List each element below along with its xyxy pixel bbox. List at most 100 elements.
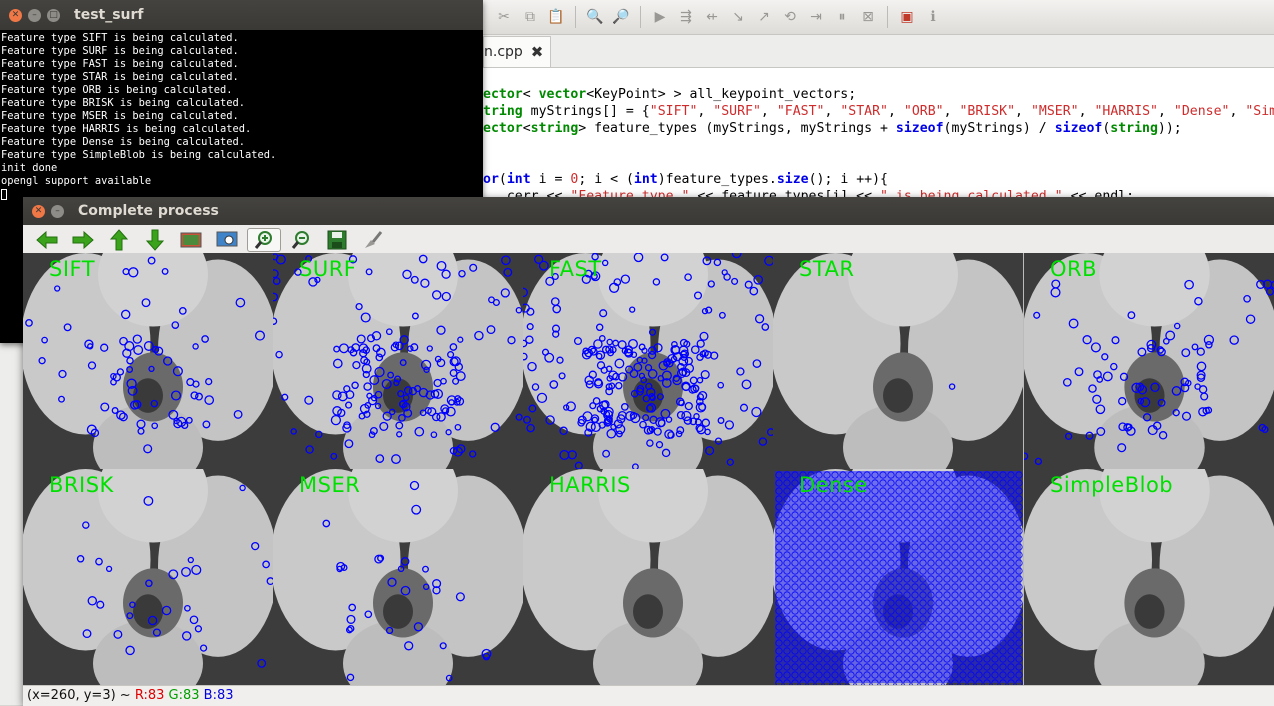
editor-tab[interactable]: n.cpp ✖	[483, 36, 551, 67]
code-line: ector<string> feature_types (myStrings, …	[483, 121, 1182, 136]
panel-label: ORB	[1050, 257, 1098, 281]
arrow-left-icon[interactable]	[29, 227, 65, 253]
status-bar: (x=260, y=3) ~ R:83 G:83 B:83	[23, 685, 1274, 706]
step-back-icon[interactable]: ⇷	[701, 6, 723, 28]
zoom-fit-icon[interactable]	[209, 227, 245, 253]
panel-dense: Dense	[773, 469, 1023, 685]
code-line: ector< vector<KeyPoint> > all_keypoint_v…	[483, 87, 857, 102]
panel-harris: HARRIS	[523, 469, 773, 685]
status-red: R:83	[134, 688, 165, 703]
terminal-output[interactable]: Feature type SIFT is being calculated. F…	[0, 30, 483, 201]
terminal-line: Feature type ORB is being calculated.	[1, 84, 233, 96]
close-icon[interactable]: ✖	[531, 43, 544, 61]
panel-sift: SIFT	[23, 253, 273, 469]
close-icon[interactable]: ✕	[32, 204, 45, 218]
panel-orb: ORB	[1024, 253, 1274, 469]
toolbar-separator	[575, 6, 576, 28]
panel-star: STAR	[773, 253, 1023, 469]
terminal-line: Feature type SURF is being calculated.	[1, 45, 239, 57]
play-icon[interactable]: ▶	[649, 6, 671, 28]
arrow-right-icon[interactable]	[65, 227, 101, 253]
terminal-line: Feature type SimpleBlob is being calcula…	[1, 149, 277, 161]
search-icon[interactable]: 🔍	[584, 6, 606, 28]
zoom-in-icon[interactable]	[247, 227, 281, 252]
panel-surf: SURF	[273, 253, 523, 469]
terminal-line: Feature type BRISK is being calculated.	[1, 97, 245, 109]
arrow-down-icon[interactable]	[137, 227, 173, 253]
terminal-line: opengl support available	[1, 175, 152, 187]
flower-lip	[1134, 594, 1165, 629]
terminal-line: Feature type STAR is being calculated.	[1, 71, 239, 83]
flower-lip	[883, 378, 913, 413]
ide-toolbar: ✂ ⧉ 📋 🔍 🔎 ▶ ⇶ ⇷ ↘ ↗ ⟲ ⇥ ⏸ ⊠ ▣ ℹ	[483, 0, 1274, 35]
panel-label: Dense	[799, 473, 868, 497]
toolbar-separator	[887, 6, 888, 28]
copy-icon[interactable]: ⧉	[519, 6, 541, 28]
status-coords: (x=260, y=3) ~	[27, 688, 135, 703]
panel-label: STAR	[799, 257, 855, 281]
window-title: Complete process	[78, 203, 219, 219]
image-grid[interactable]: SIFT SURF FAST STAR BRISK MSER HARRIS De…	[23, 253, 1023, 685]
orchid-image	[523, 469, 773, 685]
opencv-toolbar	[23, 225, 1274, 254]
cut-icon[interactable]: ✂	[493, 6, 515, 28]
minimize-icon[interactable]: –	[28, 8, 41, 22]
panel-label: BRISK	[49, 473, 114, 497]
terminal-titlebar[interactable]: ✕ – □ test_surf	[0, 0, 483, 30]
step-icon[interactable]: ⇶	[675, 6, 697, 28]
maximize-icon[interactable]: □	[47, 8, 60, 22]
editor-tab-label: n.cpp	[484, 44, 523, 60]
find-replace-icon[interactable]: 🔎	[610, 6, 632, 28]
toolbar-separator	[640, 6, 641, 28]
step-into-icon[interactable]: ↘	[727, 6, 749, 28]
step-over-icon[interactable]: ⟲	[779, 6, 801, 28]
flower-lip	[383, 594, 413, 629]
flower-lip	[133, 594, 163, 629]
panel-fast: FAST	[523, 253, 773, 469]
code-editor[interactable]: ector< vector<KeyPoint> > all_keypoint_v…	[483, 67, 1274, 208]
minimize-icon[interactable]: –	[51, 204, 64, 218]
terminal-line: Feature type FAST is being calculated.	[1, 58, 239, 70]
run-to-icon[interactable]: ⇥	[805, 6, 827, 28]
panel-label: SURF	[299, 257, 357, 281]
paste-icon[interactable]: 📋	[545, 6, 567, 28]
flower-lip	[633, 594, 663, 629]
properties-icon[interactable]	[355, 227, 391, 253]
panel-label: SimpleBlob	[1050, 473, 1174, 497]
orchid-image	[523, 253, 773, 469]
pause-icon[interactable]: ⏸	[831, 6, 853, 28]
terminal-line: Feature type SIFT is being calculated.	[1, 32, 239, 44]
orchid-image	[273, 469, 523, 685]
stop-icon[interactable]: ⊠	[857, 6, 879, 28]
code-line: or(int i = 0; i < (int)feature_types.siz…	[483, 172, 888, 187]
panel-label: HARRIS	[549, 473, 631, 497]
opencv-titlebar[interactable]: ✕ – Complete process	[23, 197, 1274, 225]
panel-label: MSER	[299, 473, 361, 497]
orchid-image	[23, 253, 273, 469]
terminal-line: init done	[1, 162, 58, 174]
close-icon[interactable]: ✕	[9, 8, 22, 22]
terminal-line: Feature type HARRIS is being calculated.	[1, 123, 252, 135]
status-blue: B:83	[203, 688, 234, 703]
image-grid-right[interactable]: ORB SimpleBlob	[1023, 253, 1274, 685]
orchid-image	[23, 469, 273, 685]
debug-window-icon[interactable]: ▣	[896, 6, 918, 28]
info-icon[interactable]: ℹ	[922, 6, 944, 28]
panel-label: SIFT	[49, 257, 96, 281]
panel-brisk: BRISK	[23, 469, 273, 685]
zoom-out-icon[interactable]	[283, 227, 319, 253]
orchid-image	[273, 253, 523, 469]
step-out-icon[interactable]: ↗	[753, 6, 775, 28]
image-icon[interactable]	[173, 227, 209, 253]
opencv-window: ✕ – Complete process SIFT SURF FAST STAR…	[23, 197, 1274, 706]
save-icon[interactable]	[319, 227, 355, 253]
arrow-up-icon[interactable]	[101, 227, 137, 253]
orchid-image	[773, 253, 1023, 469]
orchid-image	[1024, 469, 1274, 685]
panel-mser: MSER	[273, 469, 523, 685]
terminal-cursor	[1, 188, 7, 200]
code-line: tring myStrings[] = {"SIFT", "SURF", "FA…	[483, 104, 1274, 119]
orchid-image	[773, 469, 1023, 685]
orchid-image	[1024, 253, 1274, 469]
panel-label: FAST	[549, 257, 602, 281]
